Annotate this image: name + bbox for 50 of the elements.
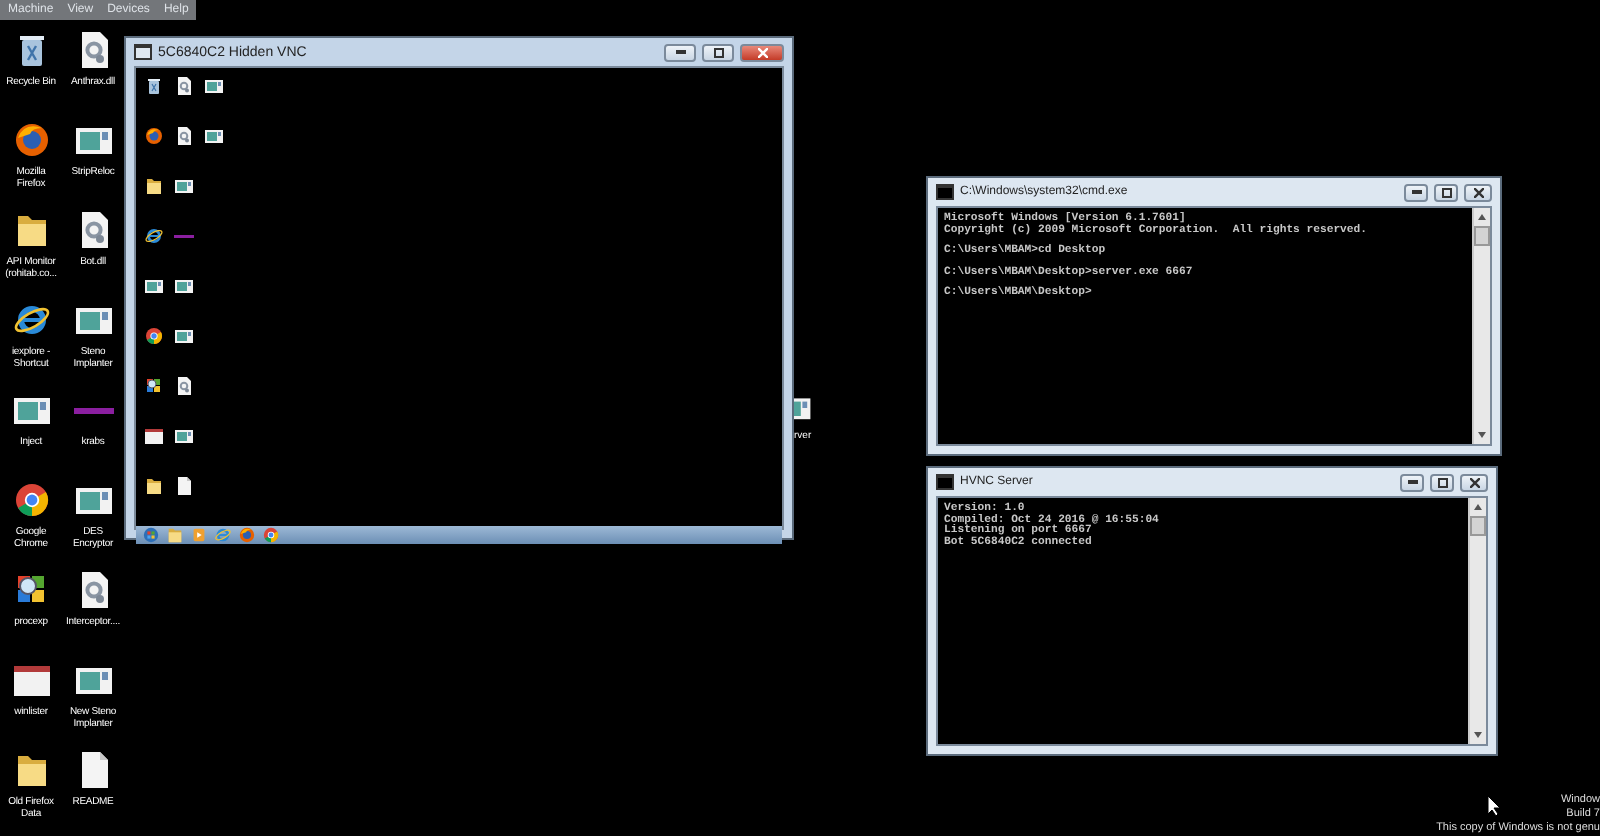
minimize-button[interactable] bbox=[1404, 183, 1428, 201]
window-icon[interactable] bbox=[144, 426, 164, 446]
close-button[interactable] bbox=[1464, 183, 1492, 201]
file-icon[interactable] bbox=[174, 476, 194, 496]
folder-icon[interactable] bbox=[144, 176, 164, 196]
minimize-button[interactable] bbox=[1400, 473, 1424, 491]
folder-icon[interactable] bbox=[144, 476, 164, 496]
gear-file-icon[interactable] bbox=[174, 76, 194, 96]
maximize-icon bbox=[1437, 477, 1447, 487]
close-icon bbox=[757, 47, 767, 57]
maximize-button[interactable] bbox=[1434, 183, 1458, 201]
gear-file-icon[interactable] bbox=[174, 126, 194, 146]
browser-icon[interactable] bbox=[144, 126, 164, 146]
close-button[interactable] bbox=[740, 43, 784, 61]
minimize-button[interactable] bbox=[664, 43, 696, 61]
close-icon bbox=[1473, 187, 1483, 197]
console-icon bbox=[936, 184, 954, 200]
browser-icon[interactable] bbox=[144, 226, 164, 246]
magnifier-icon[interactable] bbox=[144, 376, 164, 396]
app-window-icon[interactable] bbox=[174, 326, 194, 346]
minimize-icon bbox=[1411, 190, 1421, 194]
browser-icon[interactable] bbox=[11, 480, 51, 520]
recycle-bin-icon[interactable] bbox=[144, 76, 164, 96]
app-window-icon[interactable] bbox=[174, 176, 194, 196]
app-window-icon[interactable] bbox=[794, 392, 814, 424]
maximize-icon bbox=[1441, 187, 1451, 197]
start-orb-icon[interactable] bbox=[142, 526, 160, 544]
app-window-icon[interactable] bbox=[204, 76, 224, 96]
app-window-icon[interactable] bbox=[204, 126, 224, 146]
window-icon[interactable] bbox=[11, 660, 51, 700]
browser-icon[interactable] bbox=[11, 300, 51, 340]
maximize-button[interactable] bbox=[1430, 473, 1454, 491]
maximize-button[interactable] bbox=[702, 43, 734, 61]
media-icon[interactable] bbox=[190, 526, 208, 544]
app-window-icon bbox=[134, 44, 152, 60]
maximize-icon bbox=[713, 47, 723, 57]
app-window-icon[interactable] bbox=[174, 426, 194, 446]
browser-icon[interactable] bbox=[144, 326, 164, 346]
close-button[interactable] bbox=[1460, 473, 1488, 491]
scrollbar[interactable] bbox=[1472, 208, 1490, 444]
console-icon bbox=[936, 474, 954, 490]
browser-icon[interactable] bbox=[11, 120, 51, 160]
minimize-icon bbox=[1407, 480, 1417, 484]
gear-file-icon[interactable] bbox=[174, 376, 194, 396]
app-window-icon[interactable] bbox=[144, 276, 164, 296]
close-icon bbox=[1469, 477, 1479, 487]
scrollbar[interactable] bbox=[1468, 498, 1486, 744]
mouse-cursor-icon bbox=[1488, 796, 1502, 816]
app-window-icon[interactable] bbox=[174, 276, 194, 296]
minimize-icon bbox=[675, 50, 685, 54]
